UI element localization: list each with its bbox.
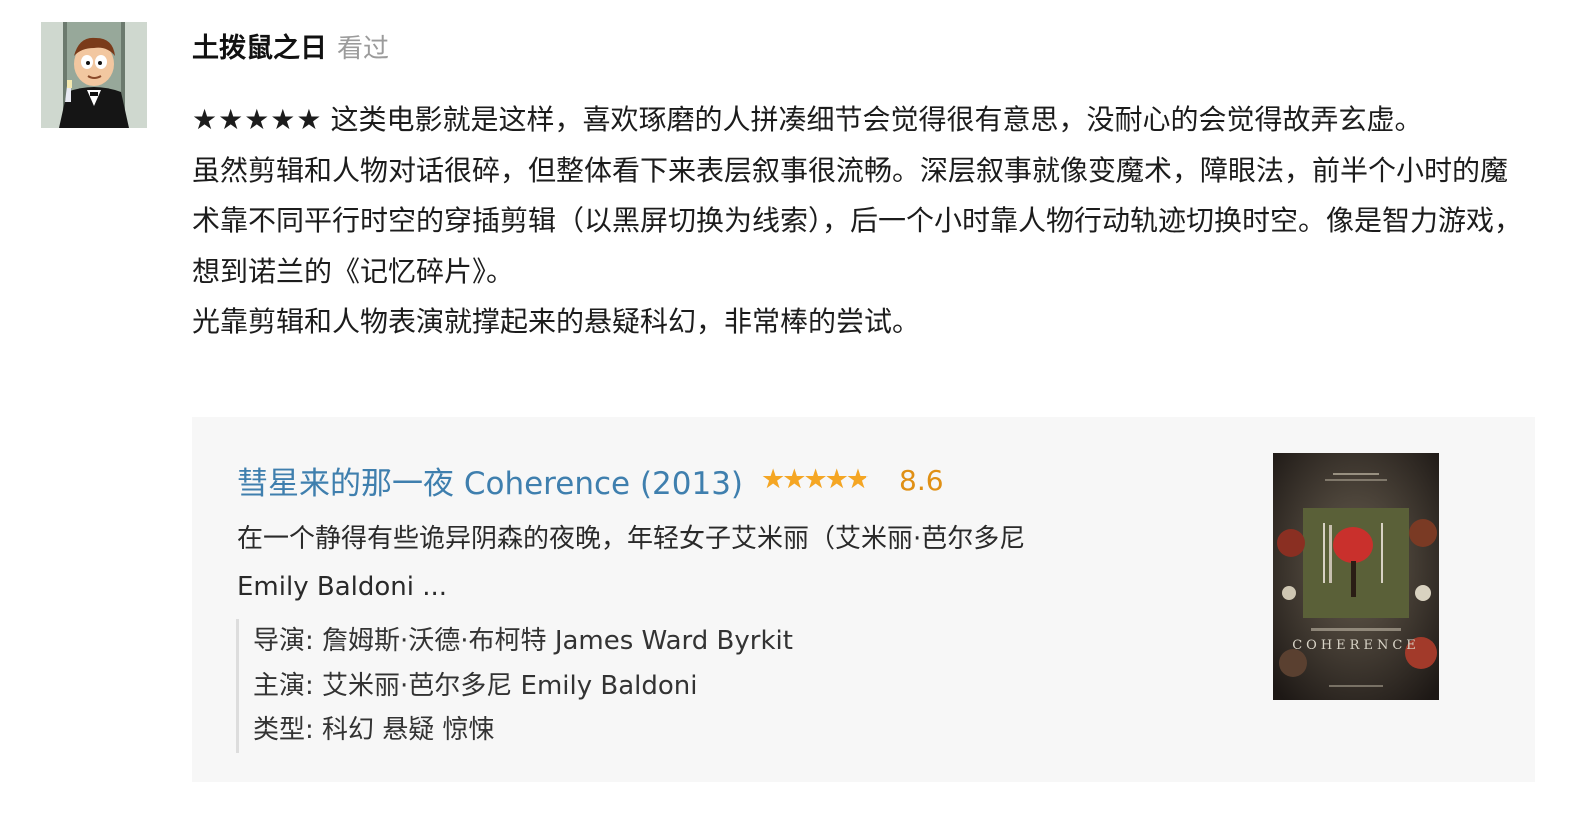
review-paragraph: ★★★★★ 这类电影就是这样，喜欢琢磨的人拼凑细节会觉得很有意思，没耐心的会觉得故… bbox=[192, 95, 1532, 146]
movie-cast: 主演: 艾米丽·芭尔多尼 Emily Baldoni bbox=[253, 670, 698, 701]
poster-title-text: COHERENCE bbox=[1292, 638, 1420, 653]
review-paragraph: 虽然剪辑和人物对话很碎，但整体看下来表层叙事很流畅。深层叙事就像变魔术，障眼法，… bbox=[192, 153, 1523, 288]
review-paragraph: 光靠剪辑和人物表演就撑起来的悬疑科幻，非常棒的尝试。 bbox=[192, 305, 921, 338]
movie-director: 导演: 詹姆斯·沃德·布柯特 James Ward Byrkit bbox=[253, 626, 793, 656]
cartoon-avatar-icon bbox=[41, 22, 147, 128]
movie-synopsis: 在一个静得有些诡异阴森的夜晚，年轻女子艾米丽（艾米丽·芭尔多尼 Emily Ba… bbox=[237, 515, 1137, 611]
movie-title-row: 彗星来的那一夜 Coherence (2013) ★★★★★ ★★★★★ 8.6 bbox=[237, 457, 944, 503]
movie-genre: 类型: 科幻 悬疑 惊悚 bbox=[253, 715, 495, 745]
movie-meta: 导演: 詹姆斯·沃德·布柯特 James Ward Byrkit 主演: 艾米丽… bbox=[236, 619, 1036, 753]
movie-poster[interactable]: COHERENCE bbox=[1273, 453, 1439, 700]
movie-poster-icon: COHERENCE bbox=[1273, 453, 1439, 700]
movie-card: 彗星来的那一夜 Coherence (2013) ★★★★★ ★★★★★ 8.6… bbox=[192, 417, 1535, 782]
review-header: 土拨鼠之日 看过 bbox=[192, 26, 389, 66]
synopsis-line: 在一个静得有些诡异阴森的夜晚，年轻女子艾米丽（艾米丽·芭尔多尼 bbox=[237, 524, 1026, 554]
user-rating-stars: ★★★★★ bbox=[192, 103, 323, 136]
watch-status: 看过 bbox=[337, 34, 390, 64]
user-avatar[interactable] bbox=[41, 22, 147, 128]
review-body: ★★★★★ 这类电影就是这样，喜欢琢磨的人拼凑细节会觉得很有意思，没耐心的会觉得故… bbox=[192, 95, 1532, 348]
movie-title-link[interactable]: 彗星来的那一夜 Coherence (2013) bbox=[237, 458, 743, 503]
synopsis-line: Emily Baldoni ... bbox=[237, 572, 448, 602]
username-link[interactable]: 土拨鼠之日 bbox=[192, 26, 327, 65]
review-paragraph-text: 这类电影就是这样，喜欢琢磨的人拼凑细节会觉得很有意思，没耐心的会觉得故弄玄虚。 bbox=[330, 103, 1423, 136]
review-page: 土拨鼠之日 看过 ★★★★★ 这类电影就是这样，喜欢琢磨的人拼凑细节会觉得很有意思… bbox=[0, 0, 1595, 813]
movie-rating-score: 8.6 bbox=[899, 463, 944, 497]
movie-rating-stars: ★★★★★ ★★★★★ bbox=[761, 465, 883, 495]
rating-stars-filled: ★★★★★ bbox=[761, 465, 866, 495]
